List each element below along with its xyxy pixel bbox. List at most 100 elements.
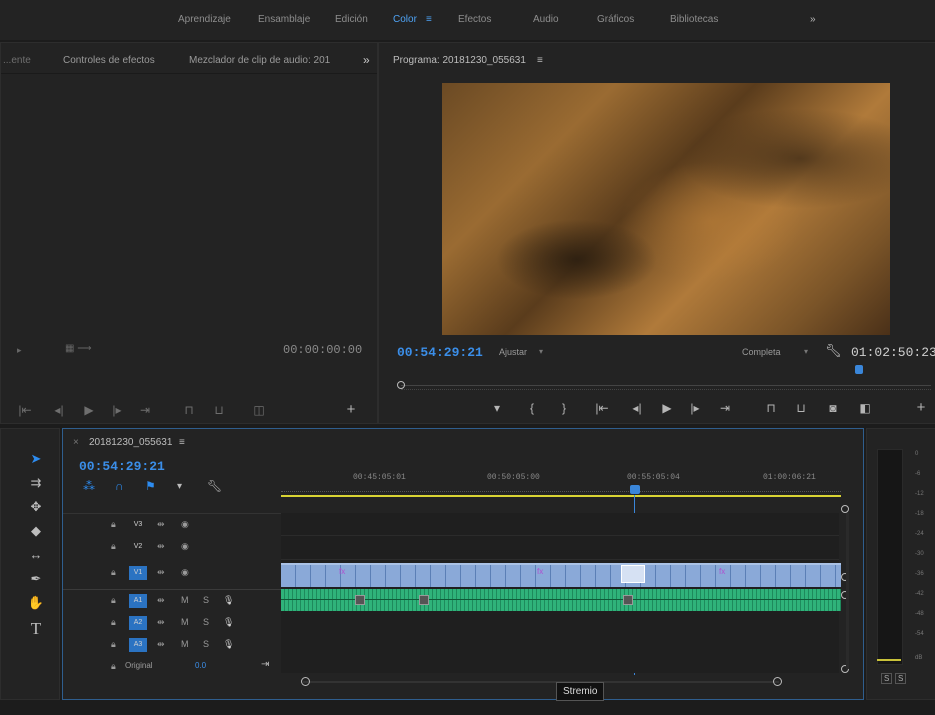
- track-target-v2[interactable]: V2: [129, 540, 147, 554]
- lift-icon[interactable]: ⊓: [763, 401, 779, 415]
- tab-source[interactable]: ...ente: [3, 55, 31, 66]
- scroll-zoom-left-handle[interactable]: [301, 677, 310, 686]
- audio-keyframe[interactable]: [419, 595, 429, 605]
- step-back-icon[interactable]: ◂|: [629, 401, 645, 415]
- audio-keyframe[interactable]: [623, 595, 633, 605]
- mute-icon[interactable]: M: [181, 595, 189, 605]
- workspace-libraries[interactable]: Bibliotecas: [670, 14, 718, 25]
- solo-right-button[interactable]: S: [895, 673, 907, 684]
- lock-icon[interactable]: 🔒︎: [111, 617, 116, 628]
- source-export-frame-icon[interactable]: ◫: [251, 403, 267, 417]
- tab-effect-controls[interactable]: Controles de efectos: [63, 55, 155, 66]
- solo-icon[interactable]: S: [203, 617, 209, 627]
- workspace-graphics[interactable]: Gráficos: [597, 14, 634, 25]
- timeline-timecode[interactable]: 00:54:29:21: [79, 459, 165, 474]
- workspace-audio[interactable]: Audio: [533, 14, 559, 25]
- sync-lock-icon[interactable]: ⇹: [157, 541, 165, 552]
- lock-icon[interactable]: 🔒︎: [111, 567, 116, 578]
- track-select-tool-icon[interactable]: ⇉: [27, 475, 45, 491]
- extract-icon[interactable]: ⊔: [793, 401, 809, 415]
- panel-overflow-icon[interactable]: »: [363, 53, 370, 67]
- source-step-back-icon[interactable]: ◂|: [51, 403, 67, 417]
- type-tool-icon[interactable]: T: [27, 619, 45, 639]
- workspace-assembly[interactable]: Ensamblaje: [258, 14, 310, 25]
- hand-tool-icon[interactable]: ✋: [27, 595, 45, 611]
- play-icon[interactable]: ▶: [659, 401, 675, 415]
- timeline-close-icon[interactable]: ×: [73, 437, 79, 448]
- workspace-menu-icon[interactable]: ≡: [426, 14, 432, 25]
- wrench-icon[interactable]: 🔧︎: [825, 343, 842, 359]
- timeline-playhead-handle[interactable]: [630, 485, 640, 494]
- program-scrubber[interactable]: [401, 385, 931, 386]
- program-timecode[interactable]: 00:54:29:21: [397, 345, 483, 360]
- track-target-v3[interactable]: V3: [129, 518, 147, 532]
- mute-icon[interactable]: M: [181, 617, 189, 627]
- workspace-overflow-icon[interactable]: »: [810, 14, 816, 25]
- mute-icon[interactable]: M: [181, 639, 189, 649]
- go-to-out-icon[interactable]: ⇥: [717, 401, 733, 415]
- snap-icon[interactable]: ∩: [115, 479, 124, 493]
- solo-icon[interactable]: S: [203, 639, 209, 649]
- workspace-learn[interactable]: Aprendizaje: [178, 14, 231, 25]
- go-to-in-icon[interactable]: |⇤: [594, 401, 610, 415]
- vertical-scrollbar[interactable]: [846, 513, 849, 669]
- track-target-v1[interactable]: V1: [129, 566, 147, 580]
- comparison-view-icon[interactable]: ◧: [857, 401, 873, 415]
- microphone-icon[interactable]: 🎙︎: [223, 617, 234, 628]
- program-title[interactable]: Programa: 20181230_055631: [393, 55, 526, 66]
- mark-in-icon[interactable]: {: [524, 401, 540, 415]
- resolution-dropdown[interactable]: Completa: [742, 347, 781, 357]
- source-play-icon[interactable]: ▶: [81, 403, 97, 417]
- eye-icon[interactable]: ◉: [181, 519, 189, 530]
- nest-icon[interactable]: ⁂: [83, 479, 95, 493]
- mark-out-icon[interactable]: }: [556, 401, 572, 415]
- sync-lock-icon[interactable]: ⇹: [157, 595, 165, 606]
- solo-icon[interactable]: S: [203, 595, 209, 605]
- program-add-button-icon[interactable]: +: [913, 399, 929, 416]
- sync-lock-icon[interactable]: ⇹: [157, 639, 165, 650]
- track-target-a3[interactable]: A3: [129, 638, 147, 652]
- eye-icon[interactable]: ◉: [181, 567, 189, 578]
- slip-tool-icon[interactable]: ↔: [27, 547, 45, 562]
- pen-tool-icon[interactable]: ✒: [27, 571, 45, 587]
- scrubber-start-handle[interactable]: [397, 381, 405, 389]
- source-go-out-icon[interactable]: ⇥: [137, 403, 153, 417]
- linked-selection-icon[interactable]: ⚑: [145, 479, 156, 493]
- microphone-icon[interactable]: 🎙︎: [223, 595, 234, 606]
- export-frame-icon[interactable]: ◙: [825, 401, 841, 415]
- workspace-effects[interactable]: Efectos: [458, 14, 491, 25]
- resolution-chevron-icon[interactable]: ▾: [804, 347, 808, 356]
- fit-dropdown-chevron-icon[interactable]: ▾: [539, 347, 543, 356]
- ripple-edit-tool-icon[interactable]: ✥: [27, 499, 45, 515]
- audio-keyframe[interactable]: [355, 595, 365, 605]
- lock-icon[interactable]: 🔒︎: [111, 595, 116, 606]
- razor-tool-icon[interactable]: ◆: [27, 523, 45, 539]
- source-arrow-icon[interactable]: ▸: [17, 345, 22, 356]
- horizontal-scrollbar[interactable]: [303, 681, 779, 683]
- selection-tool-icon[interactable]: ➤: [27, 451, 45, 467]
- timeline-marker-icon[interactable]: ▾: [177, 481, 182, 492]
- audio-clip-a1[interactable]: [281, 589, 841, 611]
- timeline-settings-icon[interactable]: 🔧︎: [207, 479, 222, 493]
- source-add-button-icon[interactable]: +: [343, 401, 359, 418]
- lock-icon[interactable]: 🔒︎: [111, 639, 116, 650]
- source-mark-in-icon[interactable]: |⇤: [17, 403, 33, 417]
- time-ruler[interactable]: [281, 485, 841, 492]
- source-insert-icon[interactable]: ⊓: [181, 403, 197, 417]
- workspace-color[interactable]: Color: [393, 14, 417, 25]
- fit-dropdown[interactable]: Ajustar: [499, 347, 527, 357]
- lock-icon[interactable]: 🔒︎: [111, 519, 116, 530]
- scroll-zoom-right-handle[interactable]: [773, 677, 782, 686]
- sequence-menu-icon[interactable]: ≡: [179, 437, 185, 448]
- source-settings-icon[interactable]: ▦ ⟶: [65, 343, 92, 354]
- workspace-editing[interactable]: Edición: [335, 14, 368, 25]
- track-target-a1[interactable]: A1: [129, 594, 147, 608]
- microphone-icon[interactable]: 🎙︎: [223, 639, 234, 650]
- go-to-end-icon[interactable]: ⇥: [261, 659, 269, 670]
- vertical-scroll-handle[interactable]: [841, 505, 849, 513]
- step-forward-icon[interactable]: |▸: [687, 401, 703, 415]
- source-timecode[interactable]: 00:00:00:00: [283, 343, 362, 357]
- program-menu-icon[interactable]: ≡: [537, 55, 543, 66]
- master-volume-value[interactable]: 0.0: [195, 661, 206, 670]
- eye-icon[interactable]: ◉: [181, 541, 189, 552]
